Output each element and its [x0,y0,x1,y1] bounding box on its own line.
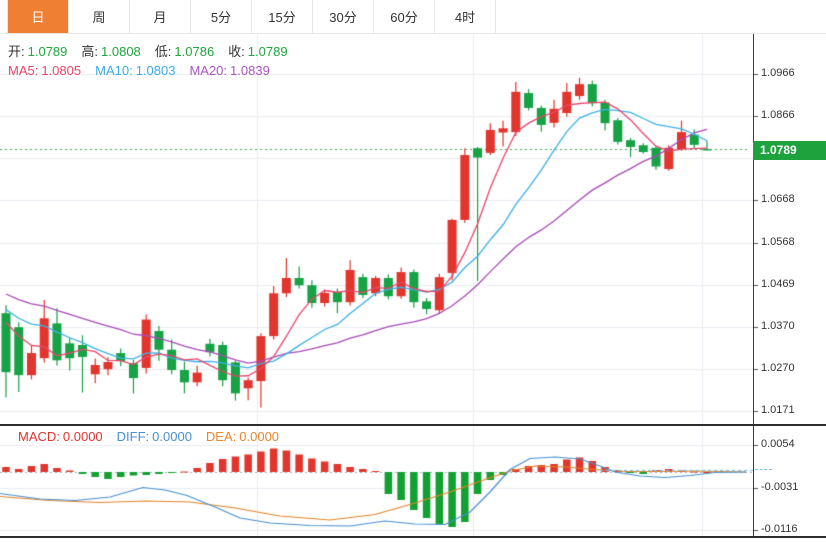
legend-item: MA10:1.0803 [95,63,175,78]
legend-label: 收: [228,44,245,59]
ohlc-legend: 开:1.0789高:1.0808低:1.0786收:1.0789 [8,41,302,60]
legend-value: 0.0000 [239,429,279,444]
macd-axis-tick-label: 0.0054 [761,438,795,450]
legend-label: DIFF: [117,429,150,444]
legend-value: 1.0786 [174,44,214,59]
legend-label: 开: [8,44,25,59]
legend-label: MA10: [95,63,133,78]
price-axis-tick-label: 1.0668 [761,193,795,205]
macd-axis-tick-label: -0.0116 [761,523,798,535]
legend-label: MA20: [189,63,227,78]
panel-separator-bottom [0,536,826,538]
legend-label: DEA: [206,429,236,444]
timeframe-tabs: 日周月5分15分30分60分4时 [7,0,496,33]
panel-separator-top [0,424,826,426]
price-axis-tick-label: 1.0469 [761,278,795,290]
macd-axis-tick-label: -0.0031 [761,481,798,493]
tab-month[interactable]: 月 [130,0,191,33]
macd-legend: MACD:0.0000DIFF:0.0000DEA:0.0000 [18,429,293,444]
current-price-tag: 1.0789 [753,141,826,160]
tab-4hour[interactable]: 4时 [435,0,496,33]
legend-item: 收:1.0789 [228,41,287,60]
legend-label: 低: [155,44,172,59]
legend-value: 1.0808 [101,44,141,59]
tab-day[interactable]: 日 [8,0,69,33]
legend-value: 1.0789 [28,44,68,59]
legend-item: MACD:0.0000 [18,429,103,444]
candlestick-macd-chart-canvas[interactable] [0,0,826,545]
price-axis-tick-label: 1.0866 [761,109,795,121]
tab-week[interactable]: 周 [69,0,130,33]
price-axis-tick-label: 1.0171 [761,404,795,416]
legend-value: 0.0000 [63,429,103,444]
tab-15min[interactable]: 15分 [252,0,313,33]
legend-item: 高:1.0808 [81,41,140,60]
legend-item: MA20:1.0839 [189,63,269,78]
legend-item: 低:1.0786 [155,41,214,60]
legend-item: 开:1.0789 [8,41,67,60]
tab-5min[interactable]: 5分 [191,0,252,33]
timeframe-toolbar: 日周月5分15分30分60分4时 [0,0,826,34]
diff-zero-dashed-line [755,469,772,470]
legend-item: DEA:0.0000 [206,429,279,444]
tab-30min[interactable]: 30分 [313,0,374,33]
price-axis-tick-label: 1.0966 [761,67,795,79]
price-axis-tick-label: 1.0270 [761,362,795,374]
legend-label: MA5: [8,63,38,78]
legend-label: 高: [81,44,98,59]
legend-value: 1.0789 [248,44,288,59]
legend-item: MA5:1.0805 [8,63,81,78]
legend-value: 0.0000 [152,429,192,444]
price-axis-tick-label: 1.0370 [761,320,795,332]
axis-border [753,33,754,537]
forex-chart-app: 日周月5分15分30分60分4时 开:1.0789高:1.0808低:1.078… [0,0,826,545]
legend-label: MACD: [18,429,60,444]
legend-value: 1.0839 [230,63,270,78]
tab-60min[interactable]: 60分 [374,0,435,33]
legend-item: DIFF:0.0000 [117,429,192,444]
legend-value: 1.0805 [41,63,81,78]
ma-legend: MA5:1.0805 MA10:1.0803 MA20:1.0839 [8,63,284,78]
price-axis-tick-label: 1.0568 [761,236,795,248]
legend-value: 1.0803 [136,63,176,78]
